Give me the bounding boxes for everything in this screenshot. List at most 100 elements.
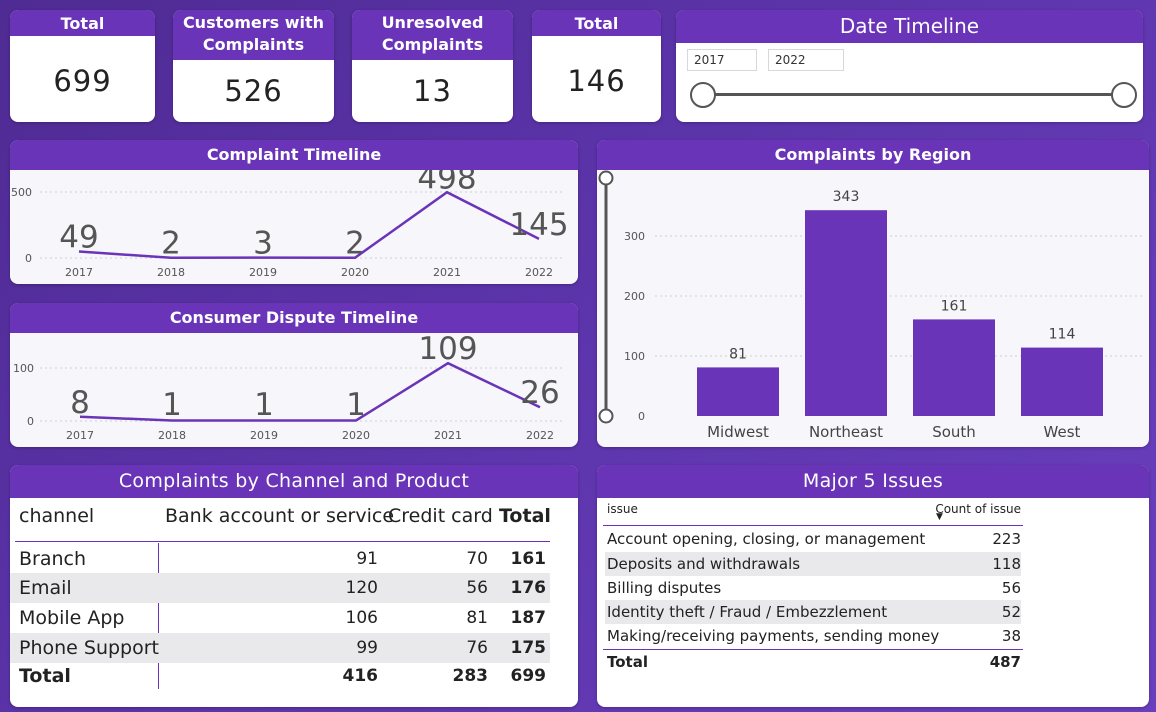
count-cell: 52	[1001, 603, 1021, 621]
dispute-timeline-card: Consumer Dispute Timeline 100 0 8 2017 1 20…	[10, 303, 578, 447]
column-header-total[interactable]: Total	[499, 501, 551, 531]
credit-cell: 283	[452, 666, 489, 686]
total-cell: 175	[510, 638, 547, 658]
kpi-title: Unresolved Complaints	[352, 10, 513, 60]
issue-cell: Making/receiving payments, sending money	[607, 627, 940, 645]
data-label: 49	[59, 220, 98, 256]
bank-cell: 106	[345, 608, 378, 628]
channel-product-table: channel Bank account or service Credit c…	[10, 498, 578, 707]
count-cell: 487	[989, 653, 1021, 671]
series-line	[78, 190, 540, 259]
y-tick-label: 0	[25, 252, 32, 265]
issue-cell: Identity theft / Fraud / Embezzlement	[607, 603, 888, 621]
x-tick-label: 2019	[250, 429, 278, 442]
zoom-slider-bottom-handle[interactable]	[598, 408, 614, 424]
date-timeline-slicer: Date Timeline	[676, 10, 1143, 122]
credit-cell: 76	[466, 638, 488, 658]
channel-cell: Phone Support	[19, 637, 160, 659]
credit-cell: 70	[466, 549, 488, 569]
bank-cell: 120	[345, 578, 378, 598]
x-tick-label: West	[1044, 423, 1081, 441]
kpi-card-total-complaints: Total Complaints 699	[10, 10, 155, 122]
table-row: Branch 91 70 161	[10, 544, 550, 574]
kpi-card-total-disputes: Total Disputes 146	[532, 10, 661, 122]
data-label: 498	[417, 170, 476, 196]
channel-cell: Mobile App	[19, 607, 125, 629]
complaint-timeline-card: Complaint Timeline 500 0 49 2017 2 2018 3 201…	[10, 140, 578, 284]
bar	[913, 319, 995, 416]
end-date-input[interactable]	[768, 49, 844, 71]
kpi-card-customers-with-complaints: Customers with Complaints 526	[173, 10, 334, 122]
major-issues-card: Major 5 Issues issue Count of issue ▼ Ac…	[597, 465, 1149, 707]
issue-cell: Deposits and withdrawals	[607, 555, 801, 573]
data-label: 161	[941, 298, 968, 314]
kpi-value: 699	[53, 64, 112, 98]
table-row: Mobile App 106 81 187	[10, 603, 550, 633]
data-label: 2	[345, 226, 365, 262]
data-label: 1	[346, 387, 366, 423]
bar	[1021, 347, 1103, 416]
credit-cell: 56	[466, 578, 488, 598]
dispute-timeline-chart: 100 0 8 2017 1 2018 1 2019 1 2020 109 2021 26 2022	[13, 333, 565, 442]
region-bar-chart: 300 200 100 0 81 Midwest 343 Northeast 161 So…	[598, 170, 1142, 441]
x-tick-label: 2021	[433, 266, 461, 279]
column-header-count[interactable]: Count of issue	[935, 498, 1021, 520]
issues-table: issue Count of issue ▼ Account opening, …	[597, 498, 1149, 707]
table-total-row: Total 487	[605, 650, 1021, 674]
channel-product-title: Complaints by Channel and Product	[10, 465, 578, 498]
y-tick-label: 0	[638, 410, 645, 423]
total-cell: 176	[510, 578, 547, 598]
data-label: 2	[161, 226, 181, 262]
start-date-input[interactable]	[687, 49, 757, 71]
region-chart-title: Complaints by Region	[597, 140, 1149, 170]
data-label: 145	[509, 207, 568, 243]
bank-cell: 91	[356, 549, 378, 569]
total-cell: 187	[510, 608, 547, 628]
header-divider	[15, 541, 550, 542]
region-chart-card: Complaints by Region 300 200 100 0 81 Mid…	[597, 140, 1149, 447]
x-tick-label: 2020	[342, 429, 370, 442]
x-tick-label: Midwest	[707, 423, 769, 441]
x-tick-label: 2017	[65, 266, 93, 279]
zoom-slider-top-handle[interactable]	[598, 170, 614, 186]
data-label: 8	[70, 385, 90, 421]
bank-cell: 416	[342, 666, 379, 686]
column-header-bank-account[interactable]: Bank account or service	[165, 501, 394, 531]
complaint-timeline-title: Complaint Timeline	[10, 140, 578, 170]
issue-cell: Total	[607, 653, 648, 671]
column-header-credit-card[interactable]: Credit card	[388, 501, 493, 531]
table-header-row: issue Count of issue ▼	[605, 498, 1021, 524]
y-tick-label: 500	[11, 186, 32, 199]
channel-cell: Total	[19, 665, 71, 687]
table-row: Account opening, closing, or management …	[605, 527, 1021, 551]
x-tick-label: South	[932, 423, 976, 441]
data-label: 26	[520, 375, 559, 411]
kpi-value: 13	[413, 74, 452, 108]
data-label: 109	[418, 333, 477, 367]
issue-cell: Billing disputes	[607, 579, 722, 597]
total-cell: 161	[510, 549, 547, 569]
credit-cell: 81	[466, 608, 488, 628]
total-cell: 699	[510, 666, 547, 686]
x-tick-label: 2019	[249, 266, 277, 279]
x-tick-label: Northeast	[809, 423, 883, 441]
table-total-row: Total 416 283 699	[10, 661, 550, 691]
slider-end-handle[interactable]	[1111, 82, 1137, 108]
kpi-card-unresolved-complaints: Unresolved Complaints 13	[352, 10, 513, 122]
column-header-channel[interactable]: channel	[19, 501, 94, 531]
major-issues-title: Major 5 Issues	[597, 465, 1149, 498]
table-header-row: channel Bank account or service Credit c…	[10, 501, 578, 531]
slider-track[interactable]	[703, 93, 1124, 96]
column-header-issue[interactable]: issue	[607, 498, 638, 520]
data-label: 3	[253, 226, 273, 262]
table-row: Email 120 56 176	[10, 573, 550, 603]
data-label: 1	[162, 387, 182, 423]
x-tick-label: 2021	[434, 429, 462, 442]
y-tick-label: 100	[13, 362, 34, 375]
date-timeline-title: Date Timeline	[676, 10, 1143, 43]
y-tick-label: 300	[624, 230, 645, 243]
slider-start-handle[interactable]	[690, 82, 716, 108]
kpi-value: 146	[567, 64, 626, 98]
kpi-value: 526	[224, 74, 283, 108]
table-row: Identity theft / Fraud / Embezzlement 52	[605, 600, 1021, 624]
